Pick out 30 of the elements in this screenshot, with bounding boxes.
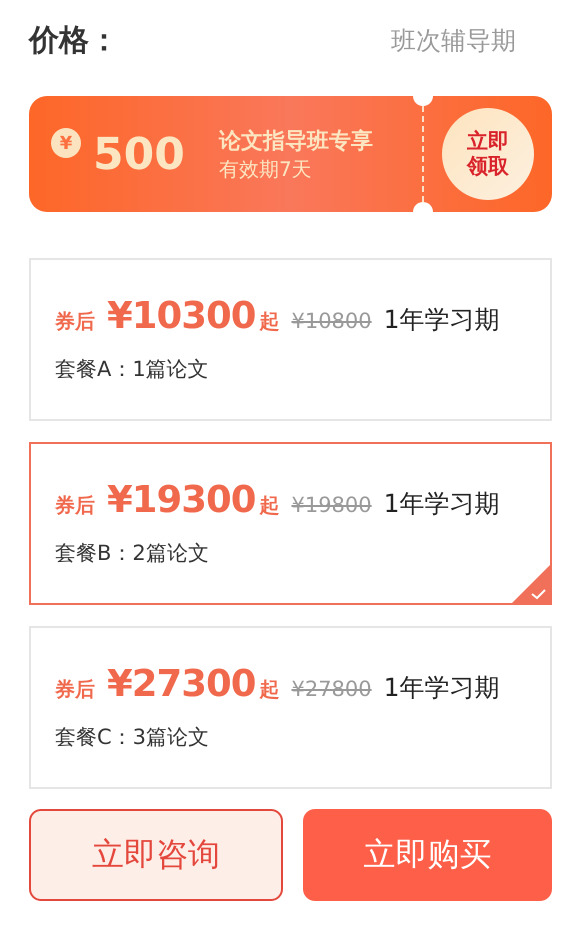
original-price: ¥19800 [291, 493, 372, 517]
study-period: 1年学习期 [384, 488, 500, 520]
price-suffix: 起 [259, 308, 280, 335]
package-card[interactable]: 券后 ¥10300起 ¥10800 1年学习期 套餐A：1篇论文 [29, 258, 552, 421]
price-suffix: 起 [259, 676, 280, 703]
coin-icon: ¥ [51, 128, 81, 158]
original-price: ¥27800 [291, 677, 372, 701]
price-suffix: 起 [259, 492, 280, 519]
package-card[interactable]: 券后 ¥27300起 ¥27800 1年学习期 套餐C：3篇论文 [29, 626, 552, 789]
study-period: 1年学习期 [384, 672, 500, 704]
coupon-after-label: 券后 [55, 492, 95, 519]
coupon-after-label: 券后 [55, 676, 95, 703]
coupon-amount: 500 [93, 128, 186, 180]
package-name: 套餐B：2篇论文 [55, 540, 210, 567]
original-price: ¥10800 [291, 309, 372, 333]
consult-button[interactable]: 立即咨询 [29, 809, 282, 901]
coupon-after-label: 券后 [55, 308, 95, 335]
study-period: 1年学习期 [384, 304, 500, 336]
period-label: 班次辅导期 [391, 24, 516, 56]
coupon-validity: 有效期7天 [219, 156, 313, 182]
package-name: 套餐A：1篇论文 [55, 356, 210, 383]
check-icon [512, 565, 550, 603]
coupon-title: 论文指导班专享 [219, 128, 374, 156]
package-name: 套餐C：3篇论文 [55, 724, 210, 751]
claim-button[interactable]: 立即领取 [442, 108, 534, 200]
price-heading: 价格： [29, 22, 119, 60]
package-price: ¥19300 [107, 478, 256, 521]
package-price: ¥27300 [107, 662, 256, 705]
package-price: ¥10300 [107, 294, 256, 337]
package-card[interactable]: 券后 ¥19300起 ¥19800 1年学习期 套餐B：2篇论文 [29, 442, 552, 605]
